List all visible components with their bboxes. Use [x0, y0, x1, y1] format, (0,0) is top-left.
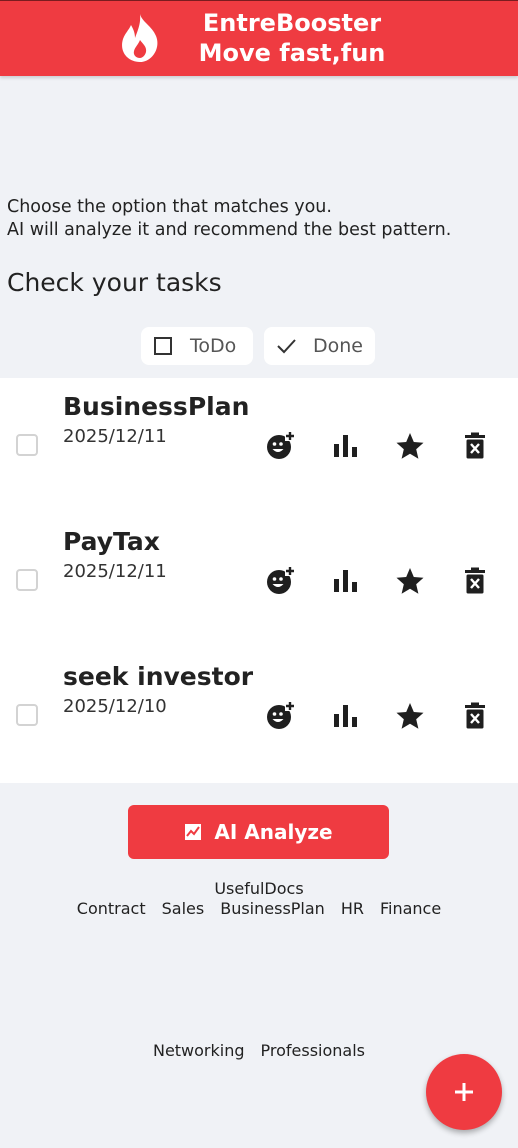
- task-date: 2025/12/10: [63, 696, 167, 717]
- add-reaction-icon[interactable]: [265, 431, 295, 461]
- app-header: EntreBooster Move fast,fun: [0, 0, 518, 76]
- bar-chart-icon[interactable]: [331, 566, 361, 596]
- checkbox-outline-icon: [154, 337, 172, 355]
- link-professionals[interactable]: Professionals: [261, 1041, 366, 1060]
- filter-todo-chip[interactable]: ToDo: [141, 327, 253, 365]
- doc-link-contract[interactable]: Contract: [77, 899, 146, 918]
- plus-icon: [455, 1083, 473, 1101]
- check-icon: [277, 339, 296, 354]
- useful-docs-title: UsefulDocs: [214, 879, 304, 898]
- footer-links: Networking Professionals: [0, 1041, 518, 1060]
- star-icon[interactable]: [395, 431, 425, 461]
- bar-chart-icon[interactable]: [331, 431, 361, 461]
- task-row: PayTax 2025/12/11: [0, 513, 518, 648]
- doc-link-businessplan[interactable]: BusinessPlan: [220, 899, 325, 918]
- task-checkbox[interactable]: [16, 704, 38, 726]
- chart-icon: [185, 824, 202, 840]
- delete-icon[interactable]: [460, 566, 490, 596]
- star-icon[interactable]: [395, 701, 425, 731]
- add-reaction-icon[interactable]: [265, 701, 295, 731]
- add-reaction-icon[interactable]: [265, 566, 295, 596]
- useful-docs-links: Contract Sales BusinessPlan HR Finance: [0, 899, 518, 918]
- task-date: 2025/12/11: [63, 426, 167, 447]
- doc-link-hr[interactable]: HR: [341, 899, 364, 918]
- task-name: BusinessPlan: [63, 392, 250, 421]
- flame-icon: [122, 14, 158, 62]
- star-icon[interactable]: [395, 566, 425, 596]
- delete-icon[interactable]: [460, 431, 490, 461]
- add-task-fab[interactable]: [426, 1054, 502, 1130]
- task-checkbox[interactable]: [16, 434, 38, 456]
- task-list: BusinessPlan 2025/12/11 PayTax 2025/12/1…: [0, 378, 518, 783]
- task-checkbox[interactable]: [16, 569, 38, 591]
- app-title: EntreBooster Move fast,fun: [180, 8, 404, 68]
- doc-link-sales[interactable]: Sales: [162, 899, 205, 918]
- intro-line-1: Choose the option that matches you.: [7, 197, 332, 217]
- filter-done-label: Done: [313, 335, 363, 357]
- section-title: Check your tasks: [7, 268, 222, 297]
- task-name: PayTax: [63, 527, 160, 556]
- filter-todo-label: ToDo: [190, 335, 237, 357]
- task-row: BusinessPlan 2025/12/11: [0, 378, 518, 513]
- app-name: EntreBooster: [202, 9, 382, 37]
- link-networking[interactable]: Networking: [153, 1041, 245, 1060]
- task-name: seek investor: [63, 662, 254, 691]
- bar-chart-icon[interactable]: [331, 701, 361, 731]
- filter-done-chip[interactable]: Done: [264, 327, 375, 365]
- task-row: seek investor 2025/12/10: [0, 648, 518, 783]
- app-tagline: Move fast,fun: [198, 39, 386, 67]
- ai-analyze-button[interactable]: AI Analyze: [128, 805, 389, 859]
- intro-text: Choose the option that matches you. AI w…: [7, 196, 451, 242]
- task-date: 2025/12/11: [63, 561, 167, 582]
- doc-link-finance[interactable]: Finance: [380, 899, 441, 918]
- delete-icon[interactable]: [460, 701, 490, 731]
- intro-line-2: AI will analyze it and recommend the bes…: [7, 220, 452, 240]
- ai-analyze-label: AI Analyze: [214, 820, 333, 844]
